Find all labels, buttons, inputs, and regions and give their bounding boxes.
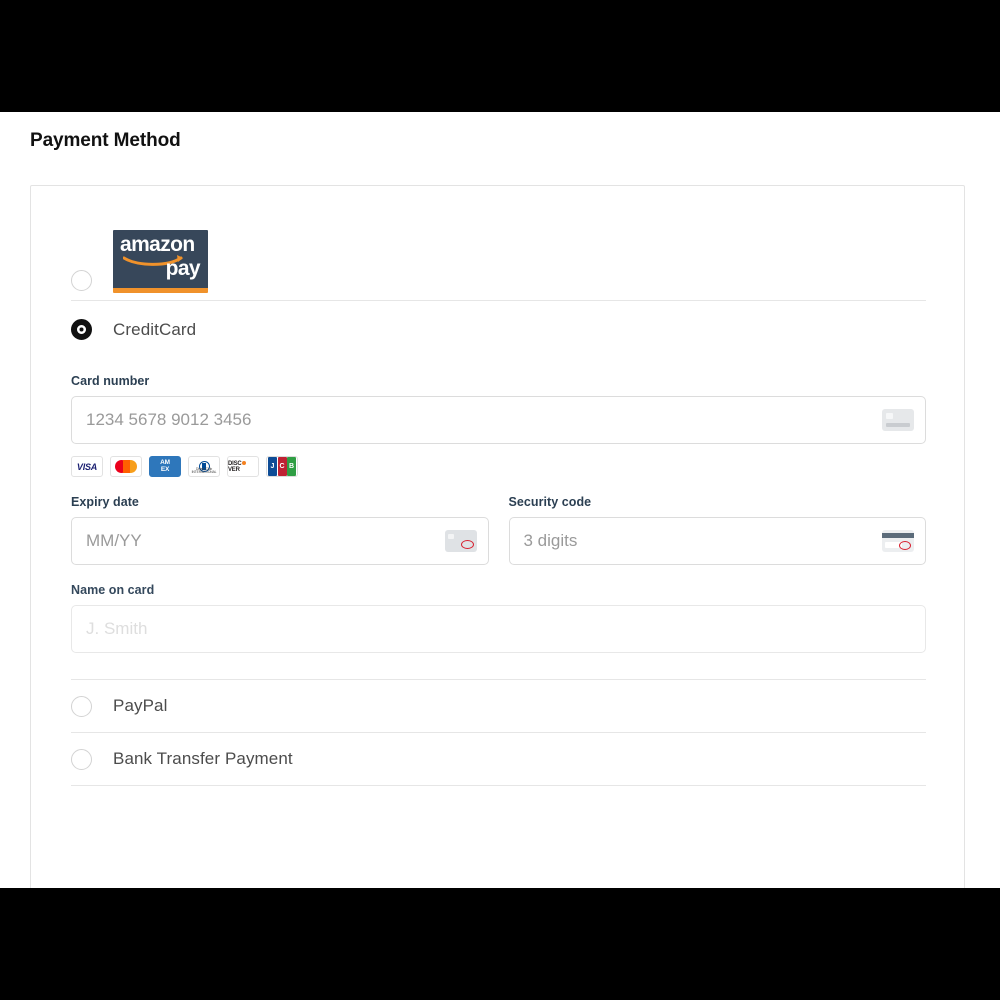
radio-paypal[interactable] [71, 695, 92, 717]
security-code-input-wrap[interactable] [508, 517, 926, 565]
diners-club-icon: Diners Club INTERNATIONAL [188, 456, 220, 477]
payment-option-banktransfer-label: Bank Transfer Payment [113, 749, 293, 768]
amazon-pay-logo-wordmark-bottom: pay [165, 257, 201, 280]
expiry-date-label: Expiry date [71, 495, 139, 509]
amex-icon: AM EX [149, 456, 181, 477]
amazon-pay-logo: amazon pay [113, 230, 208, 293]
credit-card-expiry-icon [444, 530, 477, 552]
radio-creditcard[interactable] [71, 319, 92, 340]
name-on-card-label: Name on card [71, 583, 155, 597]
field-security-code: Security code [508, 495, 926, 565]
field-expiry-date: Expiry date [71, 495, 489, 565]
jcb-icon: J C B [266, 456, 298, 477]
payment-option-paypal-label: PayPal [113, 696, 168, 715]
name-on-card-input-wrap[interactable] [71, 605, 926, 653]
amex-icon-text: AM EX [160, 459, 170, 473]
payment-option-creditcard-label: CreditCard [113, 319, 197, 339]
jcb-icon-letter-j: J [268, 457, 277, 476]
field-name-on-card: Name on card [71, 583, 926, 653]
payment-option-banktransfer[interactable]: Bank Transfer Payment [71, 733, 926, 786]
letterbox-bottom-bar [0, 888, 1000, 1000]
card-number-input-wrap[interactable] [71, 396, 926, 444]
credit-card-front-icon [882, 409, 914, 431]
expiry-and-security-row: Expiry date Security code [71, 495, 926, 565]
page-title: Payment Method [30, 130, 181, 151]
payment-option-creditcard[interactable]: CreditCard [71, 301, 926, 358]
payment-option-amazonpay[interactable]: amazon pay [71, 186, 926, 301]
mastercard-icon-overlap [122, 460, 130, 473]
amazon-pay-logo-wordmark-top: amazon [120, 233, 195, 256]
jcb-icon-letter-c: C [277, 457, 287, 476]
diners-club-icon-caption: Diners Club INTERNATIONAL [191, 466, 217, 475]
visa-icon: VISA [71, 456, 103, 477]
mastercard-icon [110, 456, 142, 477]
accepted-card-brands: VISA AM EX Diners Club INTERNATIONAL DIS… [71, 456, 926, 477]
card-number-label: Card number [71, 374, 150, 388]
expiry-date-input-wrap[interactable] [71, 517, 489, 565]
radio-banktransfer[interactable] [71, 748, 92, 770]
credit-card-cvv-icon [882, 530, 914, 552]
screenshot-stage: Payment Method amazon pay CreditCard Car… [0, 0, 1000, 1000]
discover-icon: DISCVER [227, 456, 259, 477]
radio-amazonpay[interactable] [71, 270, 92, 291]
payment-options-list: amazon pay CreditCard Card number 1234 5… [71, 186, 926, 786]
payment-option-paypal[interactable]: PayPal [71, 680, 926, 733]
letterbox-top-bar [0, 0, 1000, 112]
page-viewport: Payment Method amazon pay CreditCard Car… [0, 112, 1000, 888]
visa-icon-text: VISA [76, 461, 98, 472]
name-on-card-input[interactable] [72, 606, 925, 652]
field-card-number: Card number VISA [71, 374, 926, 477]
credit-card-form: Card number VISA [71, 358, 926, 680]
expiry-date-input[interactable] [72, 518, 488, 564]
discover-icon-text: DISCVER [228, 461, 258, 473]
security-code-label: Security code [508, 495, 592, 509]
jcb-icon-letter-b: B [287, 457, 296, 476]
payment-method-panel: amazon pay CreditCard Card number 1234 5… [30, 185, 965, 888]
card-number-input[interactable] [72, 397, 925, 443]
security-code-input[interactable] [509, 518, 925, 564]
